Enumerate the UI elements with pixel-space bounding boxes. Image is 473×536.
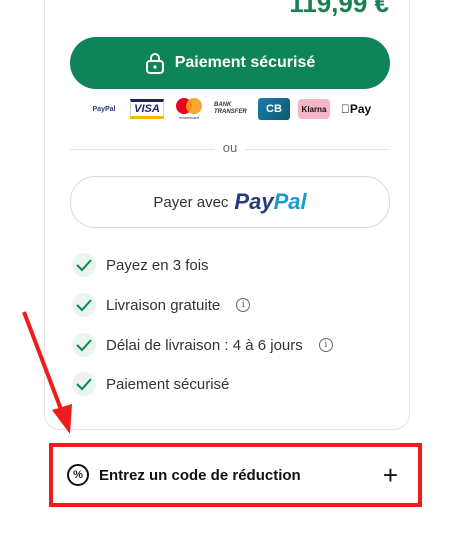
feature-label: Délai de livraison : 4 à 6 jours: [106, 336, 303, 354]
lock-icon: [145, 52, 165, 74]
info-icon[interactable]: i: [236, 298, 251, 312]
mastercard-logo-icon: mastercard: [172, 98, 206, 120]
percent-icon: %: [67, 464, 89, 486]
paypal-button[interactable]: Payer avec PayPal: [70, 176, 390, 228]
paypal-logo: PayPal: [234, 189, 307, 214]
feature-item: Payez en 3 fois: [72, 253, 209, 277]
feature-label: Payez en 3 fois: [106, 256, 209, 274]
promo-code-toggle[interactable]: % Entrez un code de réduction +: [67, 457, 398, 493]
feature-label: Livraison gratuite: [106, 296, 221, 314]
check-icon: [72, 333, 96, 357]
paypal-logo-icon: PayPal: [92, 105, 116, 113]
check-icon: [72, 293, 96, 317]
cb-logo-icon: CB: [258, 98, 290, 120]
feature-item: Délai de livraison : 4 à 6 jours i: [72, 333, 333, 357]
apple-pay-logo-icon: Pay: [341, 102, 371, 116]
visa-logo-icon: VISA: [130, 99, 164, 119]
feature-item: Paiement sécurisé: [72, 372, 229, 396]
bank-transfer-logo-icon: BANK TRANSFER: [214, 102, 247, 115]
promo-code-highlight: % Entrez un code de réduction +: [49, 443, 422, 507]
promo-code-label: Entrez un code de réduction: [99, 466, 301, 484]
feature-item: Livraison gratuite i: [72, 293, 251, 317]
check-icon: [72, 372, 96, 396]
or-separator: ou: [215, 140, 245, 155]
plus-icon[interactable]: +: [383, 460, 398, 491]
secure-payment-button[interactable]: Paiement sécurisé: [70, 37, 390, 89]
klarna-logo-icon: Klarna: [298, 99, 330, 119]
check-icon: [72, 253, 96, 277]
info-icon[interactable]: i: [318, 338, 333, 352]
feature-label: Paiement sécurisé: [106, 375, 230, 393]
total-price: 119,99 €: [289, 0, 389, 18]
secure-payment-label: Paiement sécurisé: [174, 54, 316, 71]
payment-methods: PayPal VISA mastercard BANK TRANSFER CB …: [86, 96, 374, 122]
paypal-button-label: Payer avec: [153, 193, 229, 211]
